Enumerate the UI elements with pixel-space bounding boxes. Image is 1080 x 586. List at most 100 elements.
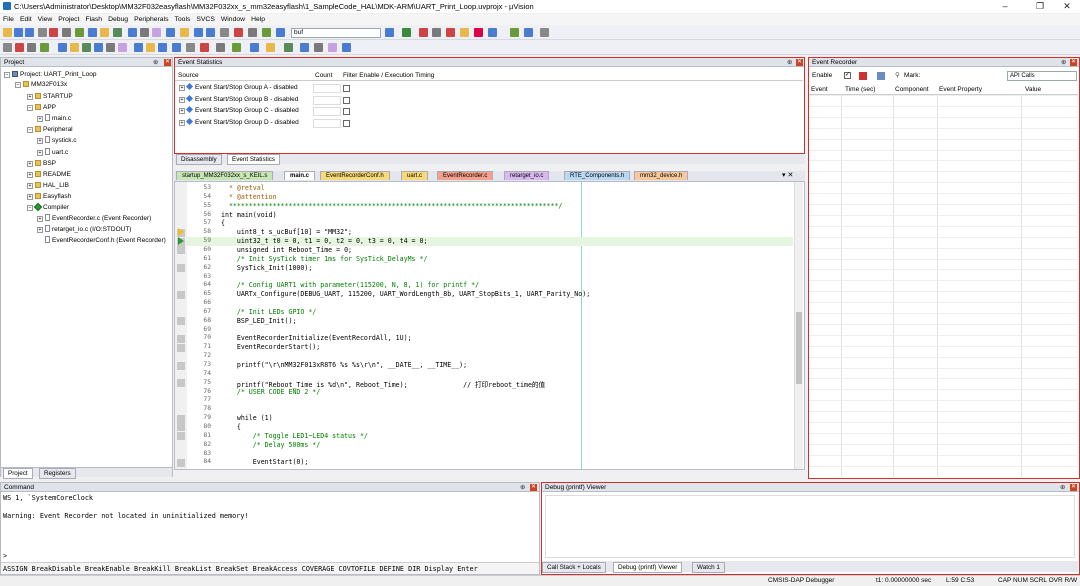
executable-line-marker[interactable] xyxy=(177,361,185,370)
toolbar-btn-icon[interactable] xyxy=(172,43,181,52)
enable-checkbox[interactable]: ✓ xyxy=(844,72,851,79)
executable-line-marker[interactable] xyxy=(177,458,185,467)
er-column[interactable]: Event xyxy=(811,85,828,95)
event-group-row[interactable]: + Event Start/Stop Group B - disabled xyxy=(179,94,298,105)
maximize-icon[interactable]: ❐ xyxy=(1025,0,1055,13)
find-combo[interactable]: buf xyxy=(291,28,381,38)
toolbar-btn-icon[interactable] xyxy=(113,28,122,37)
toolbar-btn-icon[interactable] xyxy=(82,43,91,52)
tree-item[interactable]: + HAL_LIB xyxy=(27,181,69,190)
tree-item[interactable]: + systick.c xyxy=(37,136,77,145)
tree-target[interactable]: − MM32F013x xyxy=(15,80,67,89)
toolbar-btn-icon[interactable] xyxy=(3,43,12,52)
scroll-thumb[interactable] xyxy=(796,312,802,384)
toolbar-btn-icon[interactable] xyxy=(342,43,351,52)
executable-line-marker[interactable] xyxy=(177,414,185,423)
toolbar-btn-icon[interactable] xyxy=(128,28,137,37)
tab-event-statistics[interactable]: Event Statistics xyxy=(227,154,281,165)
pin-icon[interactable]: ⊕ xyxy=(1060,483,1065,492)
toolbar-btn-icon[interactable] xyxy=(194,28,203,37)
toolbar-btn-icon[interactable] xyxy=(25,28,34,37)
toolbar-btn-icon[interactable] xyxy=(38,28,47,37)
toolbar-btn-icon[interactable] xyxy=(284,43,293,52)
toolbar-btn-icon[interactable] xyxy=(200,43,209,52)
tree-item[interactable]: − Peripheral xyxy=(27,125,73,134)
printf-output[interactable] xyxy=(545,495,1075,558)
toolbar-btn-icon[interactable] xyxy=(262,28,271,37)
menu-project[interactable]: Project xyxy=(55,14,82,25)
filter-enable-checkbox[interactable] xyxy=(343,119,350,127)
close-icon[interactable]: ✕ xyxy=(164,59,171,66)
save-icon[interactable] xyxy=(877,72,885,80)
toolbar-btn-icon[interactable] xyxy=(540,28,549,37)
tree-item[interactable]: + EventRecorder.c (Event Recorder) xyxy=(37,214,151,223)
filter-enable-checkbox[interactable] xyxy=(343,108,350,115)
menu-tools[interactable]: Tools xyxy=(171,14,193,25)
menu-debug[interactable]: Debug xyxy=(105,14,131,25)
tree-item[interactable]: + uart.c xyxy=(37,147,68,157)
menu-flash[interactable]: Flash xyxy=(82,14,105,25)
toolbar-btn-icon[interactable] xyxy=(419,28,428,37)
file-tab[interactable]: uart.c xyxy=(401,171,429,180)
tab-list-icon[interactable]: ▾ ✕ xyxy=(782,171,793,180)
toolbar-btn-icon[interactable] xyxy=(232,43,241,52)
toolbar-btn-icon[interactable] xyxy=(62,28,71,37)
close-icon[interactable]: ✕ xyxy=(796,59,803,66)
tree-item[interactable]: + Easyflash xyxy=(27,192,71,201)
menu-edit[interactable]: Edit xyxy=(17,14,35,25)
tab-watch-1[interactable]: Watch 1 xyxy=(692,562,725,573)
executable-line-marker[interactable] xyxy=(177,317,185,326)
file-tab[interactable]: EventRecorderConf.h xyxy=(320,171,390,180)
toolbar-btn-icon[interactable] xyxy=(134,43,143,52)
pin-icon[interactable]: ⊕ xyxy=(1061,58,1066,67)
toolbar-btn-icon[interactable] xyxy=(206,28,215,37)
toolbar-btn-icon[interactable] xyxy=(94,43,103,52)
tree-item[interactable]: − APP xyxy=(27,103,56,112)
toolbar-btn-icon[interactable] xyxy=(152,28,161,37)
pin-icon[interactable]: ⊕ xyxy=(153,58,158,67)
event-group-row[interactable]: + Event Start/Stop Group A - disabled xyxy=(179,82,298,93)
toolbar-btn-icon[interactable] xyxy=(248,28,257,37)
close-icon[interactable]: ✕ xyxy=(1070,59,1077,66)
toolbar-btn-icon[interactable] xyxy=(100,28,109,37)
toolbar-btn-icon[interactable] xyxy=(510,28,519,37)
file-tab[interactable]: startup_MM32F032xx_s_KEIL.s xyxy=(176,171,274,180)
tree-item[interactable]: + STARTUP xyxy=(27,92,73,101)
menu-help[interactable]: Help xyxy=(248,14,268,25)
toolbar-btn-icon[interactable] xyxy=(70,43,79,52)
menu-svcs[interactable]: SVCS xyxy=(193,14,218,25)
toolbar-btn-icon[interactable] xyxy=(75,28,84,37)
toolbar-btn-icon[interactable] xyxy=(58,43,67,52)
toolbar-btn-icon[interactable] xyxy=(40,43,49,52)
api-calls-select[interactable]: API Calls xyxy=(1007,71,1077,81)
toolbar-btn-icon[interactable] xyxy=(216,43,225,52)
close-icon[interactable]: ✕ xyxy=(1070,484,1077,491)
toolbar-btn-icon[interactable] xyxy=(432,28,441,37)
filter-enable-checkbox[interactable] xyxy=(343,96,350,104)
er-column[interactable]: Component xyxy=(895,85,929,95)
event-group-row[interactable]: + Event Start/Stop Group C - disabled xyxy=(179,105,299,116)
er-column[interactable]: Value xyxy=(1025,85,1041,95)
executable-line-marker[interactable] xyxy=(177,290,185,299)
clear-icon[interactable] xyxy=(859,72,867,80)
toolbar-btn-icon[interactable] xyxy=(186,43,195,52)
toolbar-btn-icon[interactable] xyxy=(276,28,285,37)
tab-debug-printf[interactable]: Debug (printf) Viewer xyxy=(613,562,683,573)
toolbar-btn-icon[interactable] xyxy=(402,28,411,37)
tree-root[interactable]: − Project: UART_Print_Loop xyxy=(4,70,96,79)
menu-window[interactable]: Window xyxy=(218,14,248,25)
toolbar-btn-icon[interactable] xyxy=(146,43,155,52)
er-column[interactable]: Event Property xyxy=(939,85,982,95)
executable-line-marker[interactable] xyxy=(177,379,185,388)
toolbar-btn-icon[interactable] xyxy=(250,43,259,52)
toolbar-btn-icon[interactable] xyxy=(300,43,309,52)
tab-registers[interactable]: Registers xyxy=(39,468,76,479)
filter-icon[interactable]: ⚲ xyxy=(895,70,900,82)
tab-project[interactable]: Project xyxy=(3,468,33,479)
toolbar-btn-icon[interactable] xyxy=(266,43,275,52)
toolbar-btn-icon[interactable] xyxy=(234,28,243,37)
toolbar-btn-icon[interactable] xyxy=(328,43,337,52)
file-tab[interactable]: EventRecorder.c xyxy=(437,171,494,180)
toolbar-btn-icon[interactable] xyxy=(314,43,323,52)
executable-line-marker[interactable] xyxy=(177,423,185,432)
